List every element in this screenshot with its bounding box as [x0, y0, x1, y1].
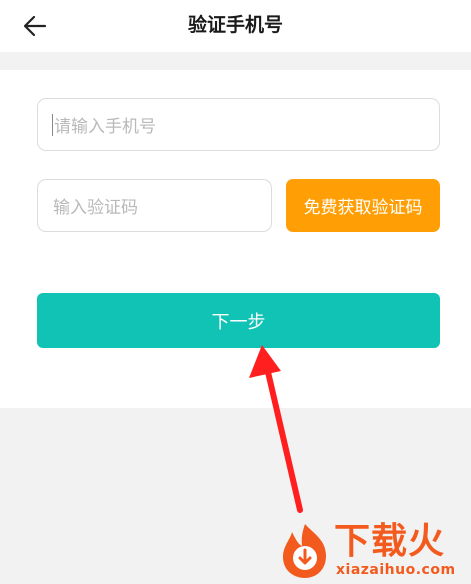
- get-code-button[interactable]: 免费获取验证码: [286, 179, 440, 232]
- flame-icon: [283, 524, 326, 578]
- next-button[interactable]: 下一步: [37, 293, 440, 348]
- section-divider: [0, 52, 471, 70]
- next-label: 下一步: [211, 311, 266, 333]
- code-placeholder: 输入验证码: [53, 198, 138, 218]
- phone-input[interactable]: 请输入手机号: [37, 98, 440, 151]
- get-code-label: 免费获取验证码: [303, 198, 423, 218]
- watermark-brand: 下载火: [334, 521, 446, 562]
- verification-code-input[interactable]: 输入验证码: [37, 179, 272, 232]
- phone-placeholder: 请输入手机号: [54, 117, 156, 137]
- watermark-site: xiazaihuo.com: [336, 562, 456, 578]
- header-bar: 验证手机号: [0, 0, 471, 52]
- watermark-logo: 下载火 xiazaihuo.com: [276, 520, 466, 582]
- page-title: 验证手机号: [187, 14, 283, 36]
- text-cursor: [52, 113, 53, 136]
- form-card: 请输入手机号 输入验证码 免费获取验证码 下一步: [0, 70, 471, 408]
